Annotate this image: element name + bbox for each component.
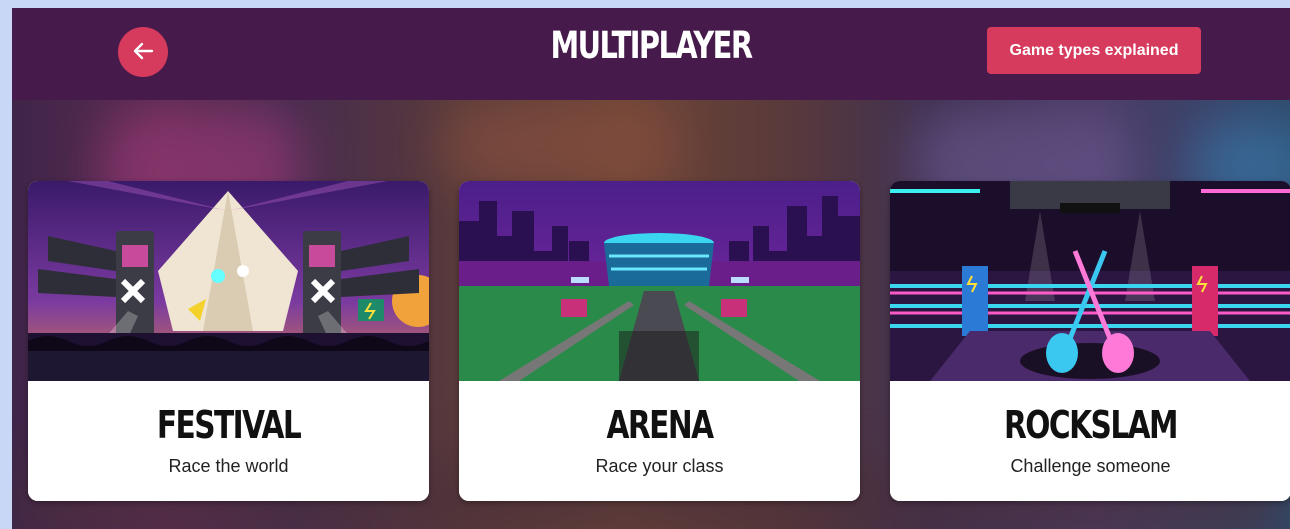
festival-subtitle: Race the world (168, 456, 289, 476)
arena-title: ARENA (606, 403, 715, 447)
arena-card[interactable]: ARENA Race your class (459, 181, 860, 501)
festival-title: FESTIVAL (156, 403, 302, 447)
arena-subtitle: Race your class (595, 456, 724, 476)
arrow-left-icon (132, 40, 154, 65)
header-bar: MULTIPLAYER Game types explained (12, 8, 1290, 100)
rockslam-card[interactable]: ROCKSLAM Challenge someone (890, 181, 1290, 501)
rockslam-title: ROCKSLAM (1004, 403, 1179, 447)
festival-card-body: FESTIVAL Race the world (28, 381, 429, 501)
arena-stadium-illustration (459, 181, 860, 381)
festival-card[interactable]: FESTIVAL Race the world (28, 181, 429, 501)
rockslam-boxing-ring-illustration (890, 181, 1290, 381)
rockslam-card-body: ROCKSLAM Challenge someone (890, 381, 1290, 501)
app-window: MULTIPLAYER Game types explained FESTIVA… (12, 8, 1290, 529)
festival-stage-illustration (28, 181, 429, 381)
arena-card-body: ARENA Race your class (459, 381, 860, 501)
rockslam-subtitle: Challenge someone (1010, 456, 1171, 476)
game-types-explained-button[interactable]: Game types explained (987, 27, 1201, 74)
